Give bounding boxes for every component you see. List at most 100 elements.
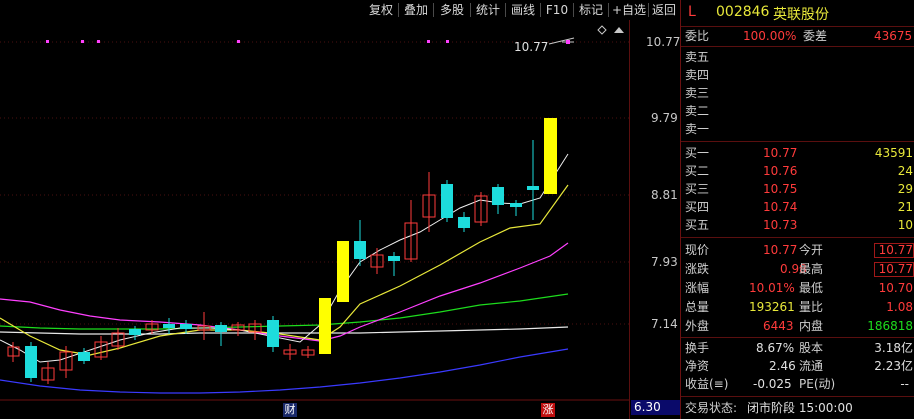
signal-dot <box>97 40 100 43</box>
jinkai-label: 今开 <box>799 243 824 257</box>
weicha-label: 委差 <box>803 29 828 43</box>
bid-row-5[interactable]: 买五 10.73 10 <box>681 216 914 234</box>
candle-down <box>510 203 522 207</box>
quote-row-turnover: 换手 8.67% 股本 3.18亿 <box>681 339 914 357</box>
pe-value: -- <box>900 377 909 391</box>
bid-row-2[interactable]: 买二 10.76 24 <box>681 162 914 180</box>
candle-down <box>492 187 504 205</box>
zuidi-label: 最低 <box>799 281 824 295</box>
xianjia-label: 现价 <box>685 243 710 257</box>
candle-down <box>527 186 539 190</box>
signal-dot <box>81 40 84 43</box>
order-ratio-row: 委比 100.00% 委差 43675 <box>681 27 914 45</box>
candle-down <box>215 325 227 332</box>
finance-marker[interactable]: 财 <box>283 403 297 417</box>
bid-price: 10.77 <box>763 146 798 160</box>
bid-volume: 43591 <box>874 146 913 160</box>
stock-code: 002846 <box>716 4 770 20</box>
price-axis-label: 7.93 <box>651 255 678 269</box>
zhangfu-label: 涨幅 <box>685 281 710 295</box>
candle-down <box>129 329 141 335</box>
bid-price: 10.73 <box>763 218 798 232</box>
diamond-icon[interactable] <box>597 25 607 35</box>
bid-label: 买一 <box>685 146 710 160</box>
bid-price: 10.76 <box>763 164 798 178</box>
kline-chart-area[interactable]: 复权 叠加 多股 统计 画线 F10 标记 +自选 返回 10.77 10.77… <box>0 0 680 419</box>
ask-row-3[interactable]: 卖三 <box>681 84 914 102</box>
ask-row-2[interactable]: 卖二 <box>681 102 914 120</box>
quote-row-price: 现价 10.77 今开 10.77 <box>681 241 914 259</box>
liangbi-label: 量比 <box>799 300 824 314</box>
collapse-triangle-icon[interactable] <box>614 27 624 33</box>
status-value: 闭市阶段 15:00:00 <box>747 401 853 415</box>
axis-divider <box>629 20 630 419</box>
shouyi-label: 收益(≡) <box>685 377 729 391</box>
price-axis-label: 10.77 <box>646 35 681 49</box>
bid-volume: 10 <box>897 218 913 232</box>
candle-limit-up <box>337 241 349 302</box>
bid-price: 10.74 <box>763 200 798 214</box>
signal-dot <box>446 40 449 43</box>
bid-row-4[interactable]: 买四 10.74 21 <box>681 198 914 216</box>
ask-row-4[interactable]: 卖四 <box>681 66 914 84</box>
candle-limit-up <box>319 298 331 354</box>
bid-volume: 21 <box>897 200 913 214</box>
bid-volume: 24 <box>897 164 913 178</box>
quote-row-eps: 收益(≡) -0.025 PE(动) -- <box>681 375 914 393</box>
guben-label: 股本 <box>799 341 824 355</box>
jingzi-value: 2.46 <box>769 359 796 373</box>
ask-label: 卖四 <box>685 68 710 82</box>
candle-down <box>354 241 366 259</box>
ask-label: 卖二 <box>685 104 710 118</box>
zuidi-value: 10.70 <box>878 281 913 295</box>
waipan-value: 6443 <box>763 319 794 333</box>
weicha-value: 43675 <box>874 29 913 43</box>
stock-header: L 002846 英联股份 <box>681 0 914 26</box>
pe-label: PE(动) <box>799 377 836 391</box>
level-indicator: L <box>688 4 696 20</box>
neipan-value: 186818 <box>867 319 913 333</box>
candle-limit-up <box>544 118 557 194</box>
limit-up-marker[interactable]: 涨 <box>541 403 555 417</box>
candle-down <box>267 320 279 347</box>
price-axis-label: 9.79 <box>651 111 678 125</box>
stock-name: 英联股份 <box>773 7 829 23</box>
guben-value: 3.18亿 <box>874 341 913 355</box>
bid-volume: 29 <box>897 182 913 196</box>
bid-row-3[interactable]: 买三 10.75 29 <box>681 180 914 198</box>
signal-dot <box>46 40 49 43</box>
zuigao-value: 10.77 <box>878 262 913 276</box>
ma60-line <box>0 326 569 335</box>
quote-panel: L 002846 英联股份 委比 100.00% 委差 43675 卖五 卖四 … <box>680 0 914 419</box>
quote-row-pct: 涨幅 10.01% 最低 10.70 <box>681 279 914 297</box>
candle-down <box>441 184 453 218</box>
huanshou-label: 换手 <box>685 341 710 355</box>
trading-status-row: 交易状态: 闭市阶段 15:00:00 <box>681 399 914 417</box>
price-axis-label: 8.81 <box>651 188 678 202</box>
signal-dot <box>427 40 430 43</box>
zuigao-label: 最高 <box>799 262 824 276</box>
shouyi-value: -0.025 <box>753 377 792 391</box>
bid-row-1[interactable]: 买一 10.77 43591 <box>681 144 914 162</box>
liutong-value: 2.23亿 <box>874 359 913 373</box>
status-label: 交易状态: <box>685 401 738 415</box>
zhangfu-value: 10.01% <box>749 281 795 295</box>
current-price-axis-badge: 6.30 <box>631 400 680 415</box>
ask-row-1[interactable]: 卖一 <box>681 120 914 138</box>
candle-down <box>388 256 400 261</box>
candle-down <box>458 217 470 228</box>
candle-down <box>78 352 90 361</box>
quote-row-inout: 外盘 6443 内盘 186818 <box>681 317 914 335</box>
ask-label: 卖五 <box>685 50 710 64</box>
xianjia-value: 10.77 <box>763 243 798 257</box>
waipan-label: 外盘 <box>685 319 710 333</box>
bid-label: 买五 <box>685 218 710 232</box>
zhangdie-label: 涨跌 <box>685 262 710 276</box>
kline-svg <box>0 25 630 401</box>
ask-row-5[interactable]: 卖五 <box>681 48 914 66</box>
jingzi-label: 净资 <box>685 359 710 373</box>
signal-dot <box>237 40 240 43</box>
huanshou-value: 8.67% <box>756 341 795 355</box>
weibi-label: 委比 <box>685 29 710 43</box>
current-price-tag: 10.77 <box>514 40 549 54</box>
